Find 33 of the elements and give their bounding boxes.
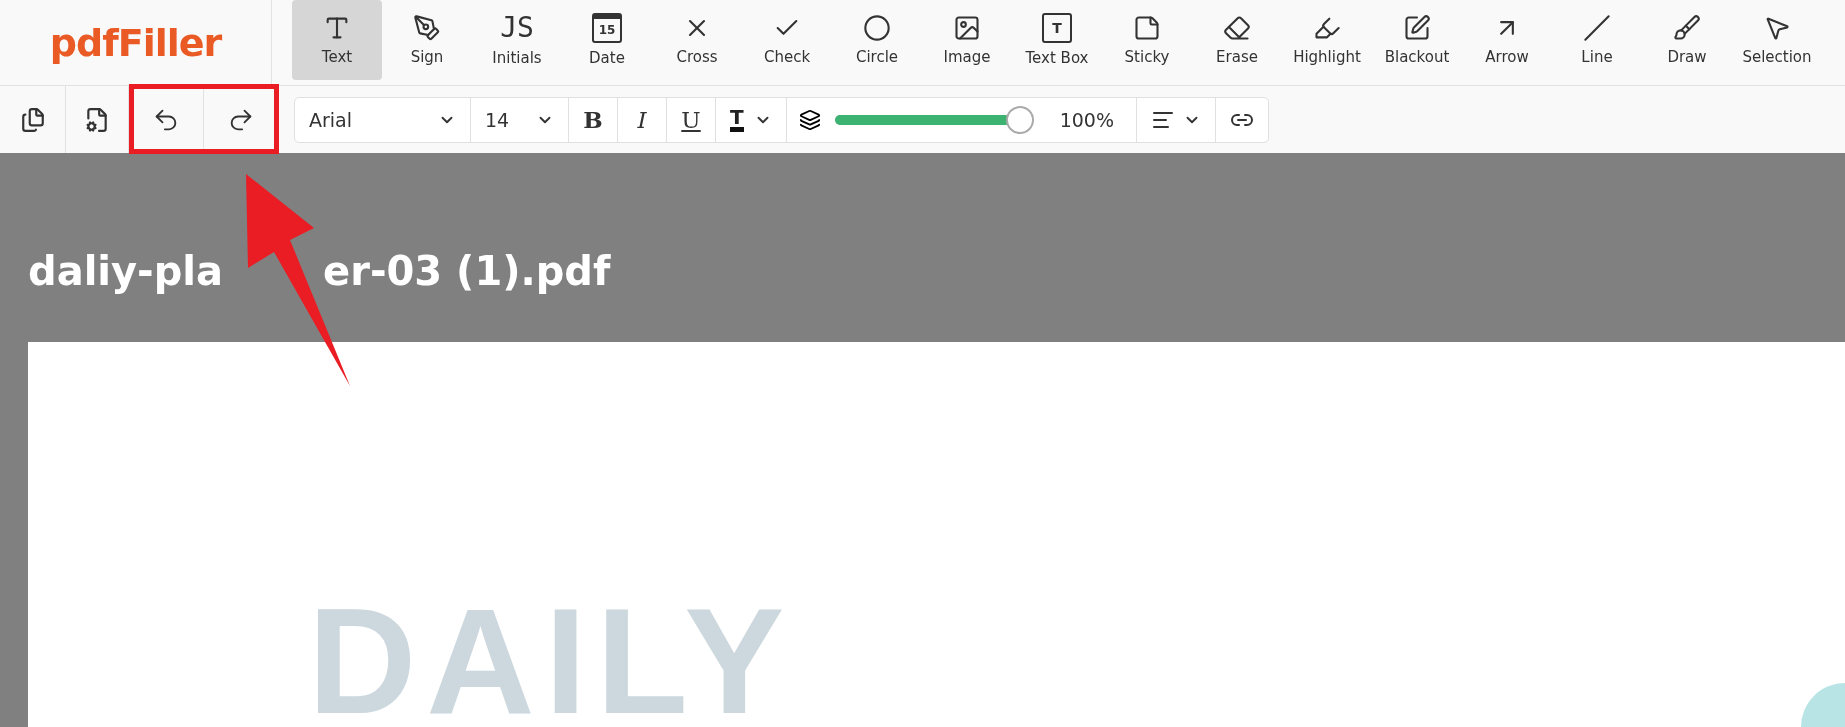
files-icon xyxy=(19,106,46,133)
tool-button[interactable]: Selection xyxy=(1732,0,1822,80)
tool-button[interactable]: Line xyxy=(1552,0,1642,80)
brush-icon xyxy=(1673,14,1701,42)
tool-button[interactable]: Circle xyxy=(832,0,922,80)
tool-button[interactable]: Draw xyxy=(1642,0,1732,80)
tool-button[interactable]: JS Initials xyxy=(472,0,562,80)
tool-button[interactable]: Arrow xyxy=(1462,0,1552,80)
tool-button[interactable]: Check xyxy=(742,0,832,80)
tool-button[interactable]: Text xyxy=(292,0,382,80)
tool-button[interactable]: Image xyxy=(922,0,1012,80)
logo: pdfFiller xyxy=(49,20,222,65)
tool-button[interactable]: Cross xyxy=(652,0,742,80)
note-icon xyxy=(1133,14,1161,42)
file-gear-icon xyxy=(84,106,110,133)
pen-square-icon xyxy=(1403,14,1431,42)
tool-button[interactable]: Blackout xyxy=(1372,0,1462,80)
tool-button[interactable]: T Text Box xyxy=(1012,0,1102,80)
line-icon xyxy=(1583,14,1611,42)
tool-button[interactable]: Highlight xyxy=(1282,0,1372,80)
text-box-icon: T xyxy=(1042,13,1072,43)
image-icon xyxy=(953,14,981,42)
eraser-icon xyxy=(1223,14,1251,42)
tool-button[interactable]: Sticky xyxy=(1102,0,1192,80)
tool-button[interactable]: 15 Date xyxy=(562,0,652,80)
document-title: er-03 (1).pdf xyxy=(323,247,611,296)
initials-icon: JS xyxy=(500,13,534,43)
calendar-icon: 15 xyxy=(592,13,622,43)
pen-icon xyxy=(413,14,441,42)
tool-button[interactable]: Sign xyxy=(382,0,472,80)
document-title: daliy-pla xyxy=(28,247,224,296)
circle-icon xyxy=(863,14,891,42)
tool-button[interactable]: Erase xyxy=(1192,0,1282,80)
